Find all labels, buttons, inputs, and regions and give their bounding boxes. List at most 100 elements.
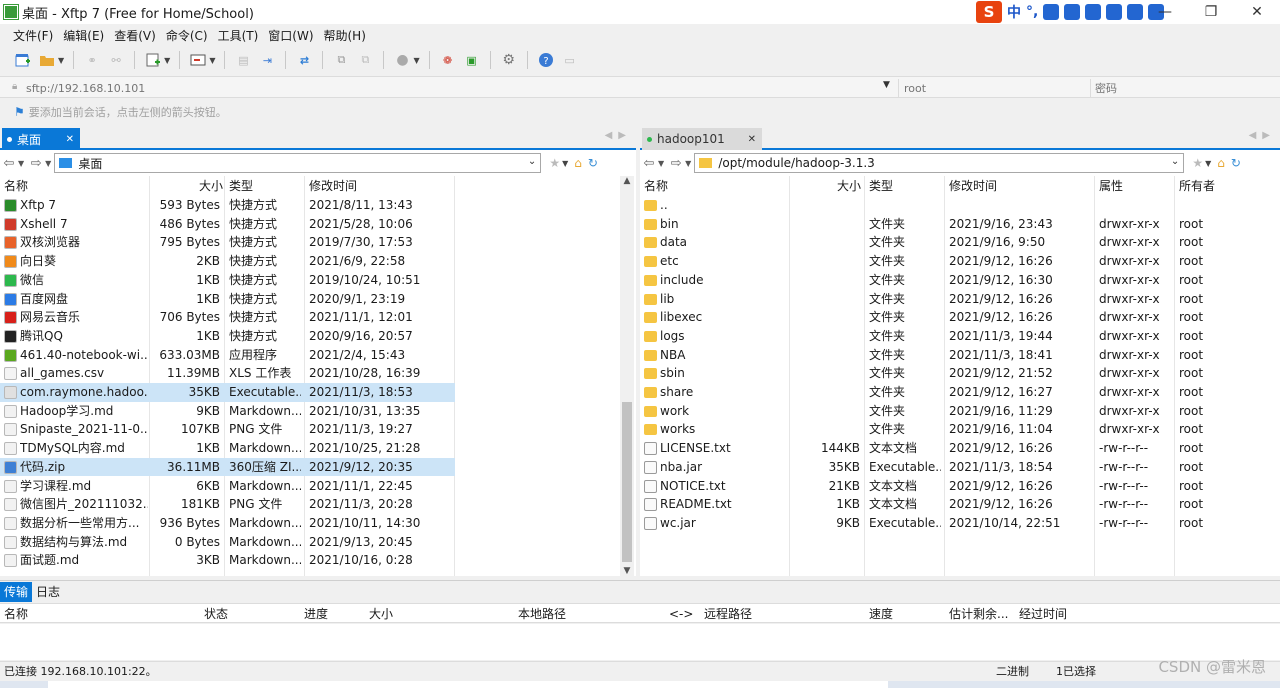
username-field[interactable] [898, 79, 1088, 97]
xftp-launch-icon[interactable]: ▣ [463, 51, 481, 69]
file-row[interactable]: .. [640, 196, 1280, 215]
sync-icon[interactable]: ⇄ [295, 51, 313, 69]
col-transfer-size[interactable]: 大小 [369, 604, 393, 624]
col-owner[interactable]: 所有者 [1175, 176, 1215, 196]
transfer-list[interactable] [0, 624, 1280, 660]
star-icon[interactable]: ★ [549, 156, 560, 170]
file-row[interactable]: nba.jar 35KB Executable... 2021/11/3, 18:54… [640, 458, 1280, 477]
ime-punctuation-toggle[interactable]: °, [1026, 4, 1038, 20]
file-row[interactable]: data 文件夹 2021/9/16, 9:50 drwxr-xr-x root [640, 233, 1280, 252]
menu-command[interactable]: 命令(C) [161, 27, 213, 44]
star-dropdown-icon[interactable]: ▼ [562, 159, 568, 168]
status-dropdown-icon[interactable]: ▼ [413, 56, 419, 65]
file-row[interactable]: 学习课程.md 6KB Markdown... 2021/11/1, 22:45 [0, 477, 455, 496]
host-address-input[interactable] [26, 79, 896, 97]
forward-dropdown-icon[interactable]: ▼ [45, 159, 51, 168]
file-row[interactable]: 网易云音乐 706 Bytes 快捷方式 2021/11/1, 12:01 [0, 308, 455, 327]
tab-scroll-arrows[interactable]: ◀▶ [1249, 130, 1276, 141]
minimize-button[interactable]: — [1142, 0, 1188, 24]
file-row[interactable]: Xftp 7 593 Bytes 快捷方式 2021/8/11, 13:43 [0, 196, 455, 215]
forward-icon[interactable]: ⇨ [27, 156, 45, 171]
col-transfer-name[interactable]: 名称 [4, 604, 28, 624]
new-file-icon[interactable] [144, 51, 162, 69]
file-row[interactable]: all_games.csv 11.39MB XLS 工作表 2021/10/28, 1… [0, 364, 455, 383]
terminal-dropdown-icon[interactable]: ▼ [209, 56, 215, 65]
disconnect-icon[interactable]: ⚯ [107, 51, 125, 69]
tab-close-icon[interactable]: ✕ [748, 134, 756, 145]
file-row[interactable]: NBA 文件夹 2021/11/3, 18:41 drwxr-xr-x root [640, 346, 1280, 365]
star-dropdown-icon[interactable]: ▼ [1205, 159, 1211, 168]
ime-skin-icon[interactable] [1127, 4, 1144, 20]
col-type[interactable]: 类型 [865, 176, 893, 196]
col-remote-path[interactable]: 远程路径 [704, 604, 752, 624]
tab-remote-hadoop101[interactable]: hadoop101 ✕ [642, 128, 762, 150]
file-row[interactable]: etc 文件夹 2021/9/12, 16:26 drwxr-xr-x root [640, 252, 1280, 271]
file-row[interactable]: works 文件夹 2021/9/16, 11:04 drwxr-xr-x root [640, 420, 1280, 439]
back-dropdown-icon[interactable]: ▼ [18, 159, 24, 168]
file-row[interactable]: share 文件夹 2021/9/12, 16:27 drwxr-xr-x root [640, 383, 1280, 402]
connect-icon[interactable]: ⚭ [83, 51, 101, 69]
back-dropdown-icon[interactable]: ▼ [658, 159, 664, 168]
file-row[interactable]: bin 文件夹 2021/9/16, 23:43 drwxr-xr-x root [640, 215, 1280, 234]
col-size[interactable]: 大小 [833, 176, 861, 196]
refresh-icon[interactable]: ↻ [588, 156, 598, 170]
col-size[interactable]: 大小 [195, 176, 223, 196]
path-dropdown-icon[interactable]: ⌄ [528, 156, 536, 167]
file-row[interactable]: 微信图片_202111032... 181KB PNG 文件 2021/11/3, 2… [0, 495, 455, 514]
terminal-icon[interactable] [189, 51, 207, 69]
remote-path-input[interactable]: /opt/module/hadoop-3.1.3 ⌄ [694, 153, 1185, 173]
file-row[interactable]: Xshell 7 486 Bytes 快捷方式 2021/5/28, 10:06 [0, 215, 455, 234]
restore-button[interactable]: ❐ [1188, 0, 1234, 24]
tab-log[interactable]: 日志 [32, 582, 64, 602]
file-row[interactable]: 数据分析一些常用方... 936 Bytes Markdown... 2021/10/… [0, 514, 455, 533]
tab-transfer[interactable]: 传输 [0, 581, 33, 602]
file-row[interactable]: 腾讯QQ 1KB 快捷方式 2020/9/16, 20:57 [0, 327, 455, 346]
menu-tools[interactable]: 工具(T) [213, 27, 264, 44]
file-row[interactable]: README.txt 1KB 文本文档 2021/9/12, 16:26 -rw-r--… [640, 495, 1280, 514]
menu-view[interactable]: 查看(V) [109, 27, 161, 44]
col-attributes[interactable]: 属性 [1095, 176, 1123, 196]
copy-icon[interactable]: ⧉ [332, 51, 350, 69]
local-path-input[interactable]: 桌面 ⌄ [54, 153, 542, 173]
menu-window[interactable]: 窗口(W) [263, 27, 318, 44]
menu-file[interactable]: 文件(F) [8, 27, 58, 44]
menu-help[interactable]: 帮助(H) [319, 27, 371, 44]
file-row[interactable]: 面试题.md 3KB Markdown... 2021/10/16, 0:28 [0, 551, 455, 570]
file-row[interactable]: com.raymone.hadoo... 35KB Executable... 202… [0, 383, 455, 402]
local-vertical-scrollbar[interactable]: ▲ ▼ [620, 176, 634, 576]
refresh-icon[interactable]: ↻ [1231, 156, 1241, 170]
file-row[interactable]: TDMySQL内容.md 1KB Markdown... 2021/10/25, 21… [0, 439, 455, 458]
col-name[interactable]: 名称 [0, 176, 28, 196]
col-direction[interactable]: <-> [669, 604, 693, 624]
file-row[interactable]: Hadoop学习.md 9KB Markdown... 2021/10/31, 13:… [0, 402, 455, 421]
file-row[interactable]: work 文件夹 2021/9/16, 11:29 drwxr-xr-x root [640, 402, 1280, 421]
col-elapsed[interactable]: 经过时间 [1019, 604, 1067, 624]
chat-icon[interactable]: ▭ [561, 51, 579, 69]
file-row[interactable]: 向日葵 2KB 快捷方式 2021/6/9, 22:58 [0, 252, 455, 271]
scroll-down-icon[interactable]: ▼ [620, 566, 634, 576]
tab-scroll-arrows[interactable]: ◀▶ [605, 130, 632, 141]
file-row[interactable]: 双核浏览器 795 Bytes 快捷方式 2019/7/30, 17:53 [0, 233, 455, 252]
col-transfer-progress[interactable]: 进度 [304, 604, 328, 624]
open-dropdown-icon[interactable]: ▼ [58, 56, 64, 65]
col-speed[interactable]: 速度 [869, 604, 893, 624]
file-row[interactable]: 微信 1KB 快捷方式 2019/10/24, 10:51 [0, 271, 455, 290]
path-dropdown-icon[interactable]: ⌄ [1171, 156, 1179, 167]
upload-icon[interactable]: ▤ [234, 51, 252, 69]
col-transfer-status[interactable]: 状态 [204, 604, 228, 624]
file-row[interactable]: 百度网盘 1KB 快捷方式 2020/9/1, 23:19 [0, 290, 455, 309]
ime-mic-icon[interactable] [1064, 4, 1081, 20]
file-row[interactable]: NOTICE.txt 21KB 文本文档 2021/9/12, 16:26 -rw-r-… [640, 477, 1280, 496]
file-row[interactable]: logs 文件夹 2021/11/3, 19:44 drwxr-xr-x root [640, 327, 1280, 346]
settings-gear-icon[interactable]: ⚙ [500, 51, 518, 69]
download-icon[interactable]: ⇥ [258, 51, 276, 69]
ime-user-icon[interactable] [1106, 4, 1123, 20]
file-row[interactable]: libexec 文件夹 2021/9/12, 16:26 drwxr-xr-x root [640, 308, 1280, 327]
col-type[interactable]: 类型 [225, 176, 253, 196]
ime-keyboard-icon[interactable] [1085, 4, 1102, 20]
ime-toolbar[interactable]: S 中 °, [976, 1, 1165, 23]
ime-emoji-icon[interactable] [1043, 4, 1060, 20]
star-icon[interactable]: ★ [1192, 156, 1203, 170]
home-folder-icon[interactable]: ⌂ [574, 156, 582, 170]
col-modified[interactable]: 修改时间 [945, 176, 997, 196]
